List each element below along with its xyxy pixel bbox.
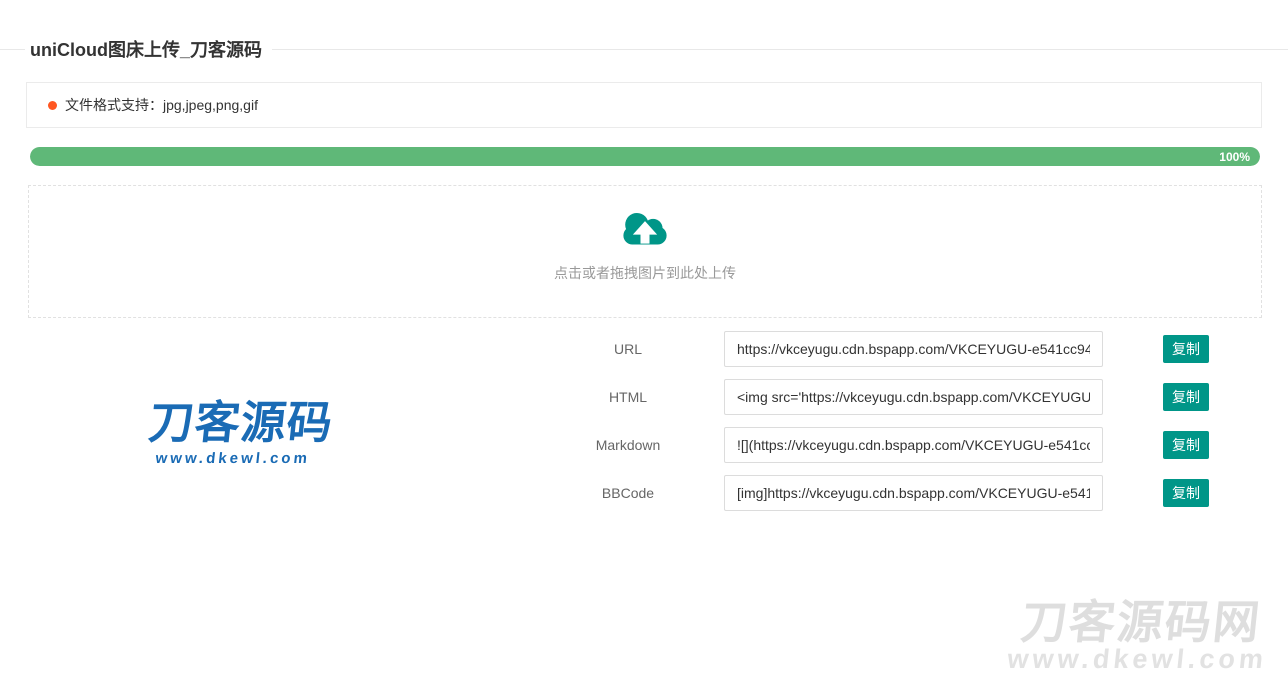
markdown-label: Markdown [560, 437, 696, 453]
url-input[interactable] [724, 331, 1103, 367]
file-format-alert: 文件格式支持：jpg,jpeg,png,gif [26, 82, 1262, 128]
bottom-watermark-url: www.dkewl.com [1006, 646, 1268, 673]
bbcode-label: BBCode [560, 485, 696, 501]
alert-dot-icon [48, 101, 57, 110]
upload-progress-bar: 100% [30, 147, 1260, 166]
upload-dropzone[interactable]: 点击或者拖拽图片到此处上传 [28, 185, 1262, 318]
title-line-right [272, 49, 1288, 50]
url-label: URL [560, 341, 696, 357]
site-logo-watermark: 刀客源码 www.dkewl.com [144, 398, 326, 467]
page-title: uniCloud图床上传_刀客源码 [25, 36, 272, 62]
html-input[interactable] [724, 379, 1103, 415]
site-logo-title: 刀客源码 [146, 398, 326, 448]
title-line-left [0, 49, 25, 50]
form-row-bbcode: BBCode 复制 [560, 475, 1240, 511]
site-logo-url: www.dkewl.com [144, 450, 321, 467]
form-row-markdown: Markdown 复制 [560, 427, 1240, 463]
copy-bbcode-button[interactable]: 复制 [1163, 479, 1209, 507]
copy-html-button[interactable]: 复制 [1163, 383, 1209, 411]
form-row-url: URL 复制 [560, 331, 1240, 367]
markdown-input[interactable] [724, 427, 1103, 463]
upload-progress: 100% [30, 147, 1260, 166]
alert-text: 文件格式支持：jpg,jpeg,png,gif [65, 95, 258, 115]
html-label: HTML [560, 389, 696, 405]
copy-url-button[interactable]: 复制 [1163, 335, 1209, 363]
upload-hint-text: 点击或者拖拽图片到此处上传 [29, 263, 1261, 283]
form-row-html: HTML 复制 [560, 379, 1240, 415]
page-title-divider: uniCloud图床上传_刀客源码 [0, 36, 1288, 62]
cloud-upload-icon [618, 210, 672, 252]
bottom-watermark-title: 刀客源码网 [1009, 598, 1274, 646]
bbcode-input[interactable] [724, 475, 1103, 511]
copy-markdown-button[interactable]: 复制 [1163, 431, 1209, 459]
bottom-watermark: 刀客源码网 www.dkewl.com [1006, 598, 1273, 673]
upload-progress-label: 100% [1219, 150, 1250, 164]
link-form: URL 复制 HTML 复制 Markdown 复制 BBCode 复制 [560, 331, 1240, 523]
